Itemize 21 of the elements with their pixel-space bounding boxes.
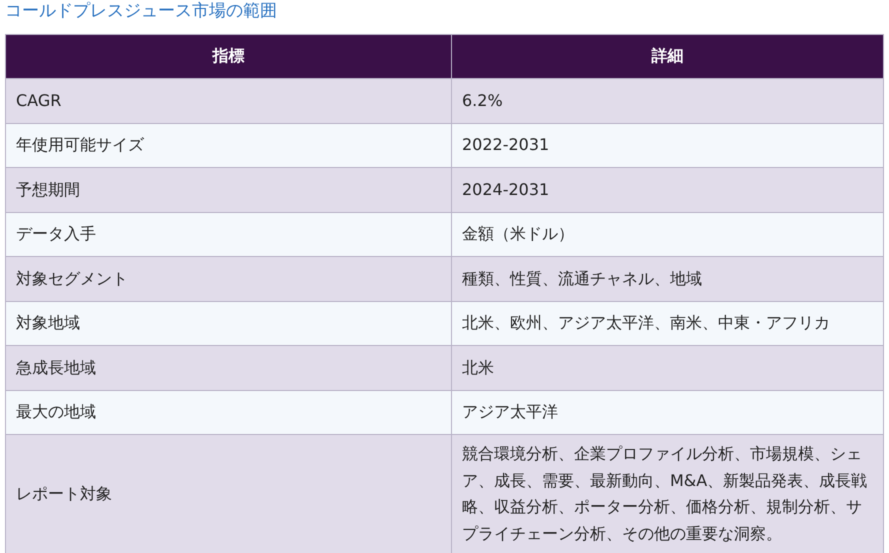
table-cell: 金額（米ドル） [452, 212, 884, 256]
page-title: コールドプレスジュース市場の範囲 [5, 0, 277, 22]
table-cell: 2022-2031 [452, 123, 884, 168]
table-cell: 北米 [452, 346, 884, 390]
table-cell: 急成長地域 [6, 346, 452, 390]
table-cell: 予想期間 [6, 168, 452, 212]
table-cell: アジア太平洋 [452, 390, 884, 434]
table-cell: 対象セグメント [6, 256, 452, 301]
table-cell: 種類、性質、流通チャネル、地域 [452, 256, 884, 301]
table-cell: CAGR [6, 78, 452, 123]
table-cell: 最大の地域 [6, 390, 452, 434]
column-header: 指標 [6, 34, 452, 78]
table-cell: 年使用可能サイズ [6, 123, 452, 168]
table-cell: 6.2% [452, 78, 884, 123]
table-cell: 2024-2031 [452, 168, 884, 212]
table-cell: データ入手 [6, 212, 452, 256]
column-header: 詳細 [452, 34, 884, 78]
table-cell: 対象地域 [6, 301, 452, 346]
table-cell: レポート対象 [6, 434, 452, 553]
table-cell: 北米、欧州、アジア太平洋、南米、中東・アフリカ [452, 301, 884, 346]
table-cell: 競合環境分析、企業プロファイル分析、市場規模、シェア、成長、需要、最新動向、M&A、新製品発表、成長戦略、収益分析、ポーター分析、価格分析、規制分析、サプライチェーン分析、その他の重要な洞察。 [452, 434, 884, 553]
